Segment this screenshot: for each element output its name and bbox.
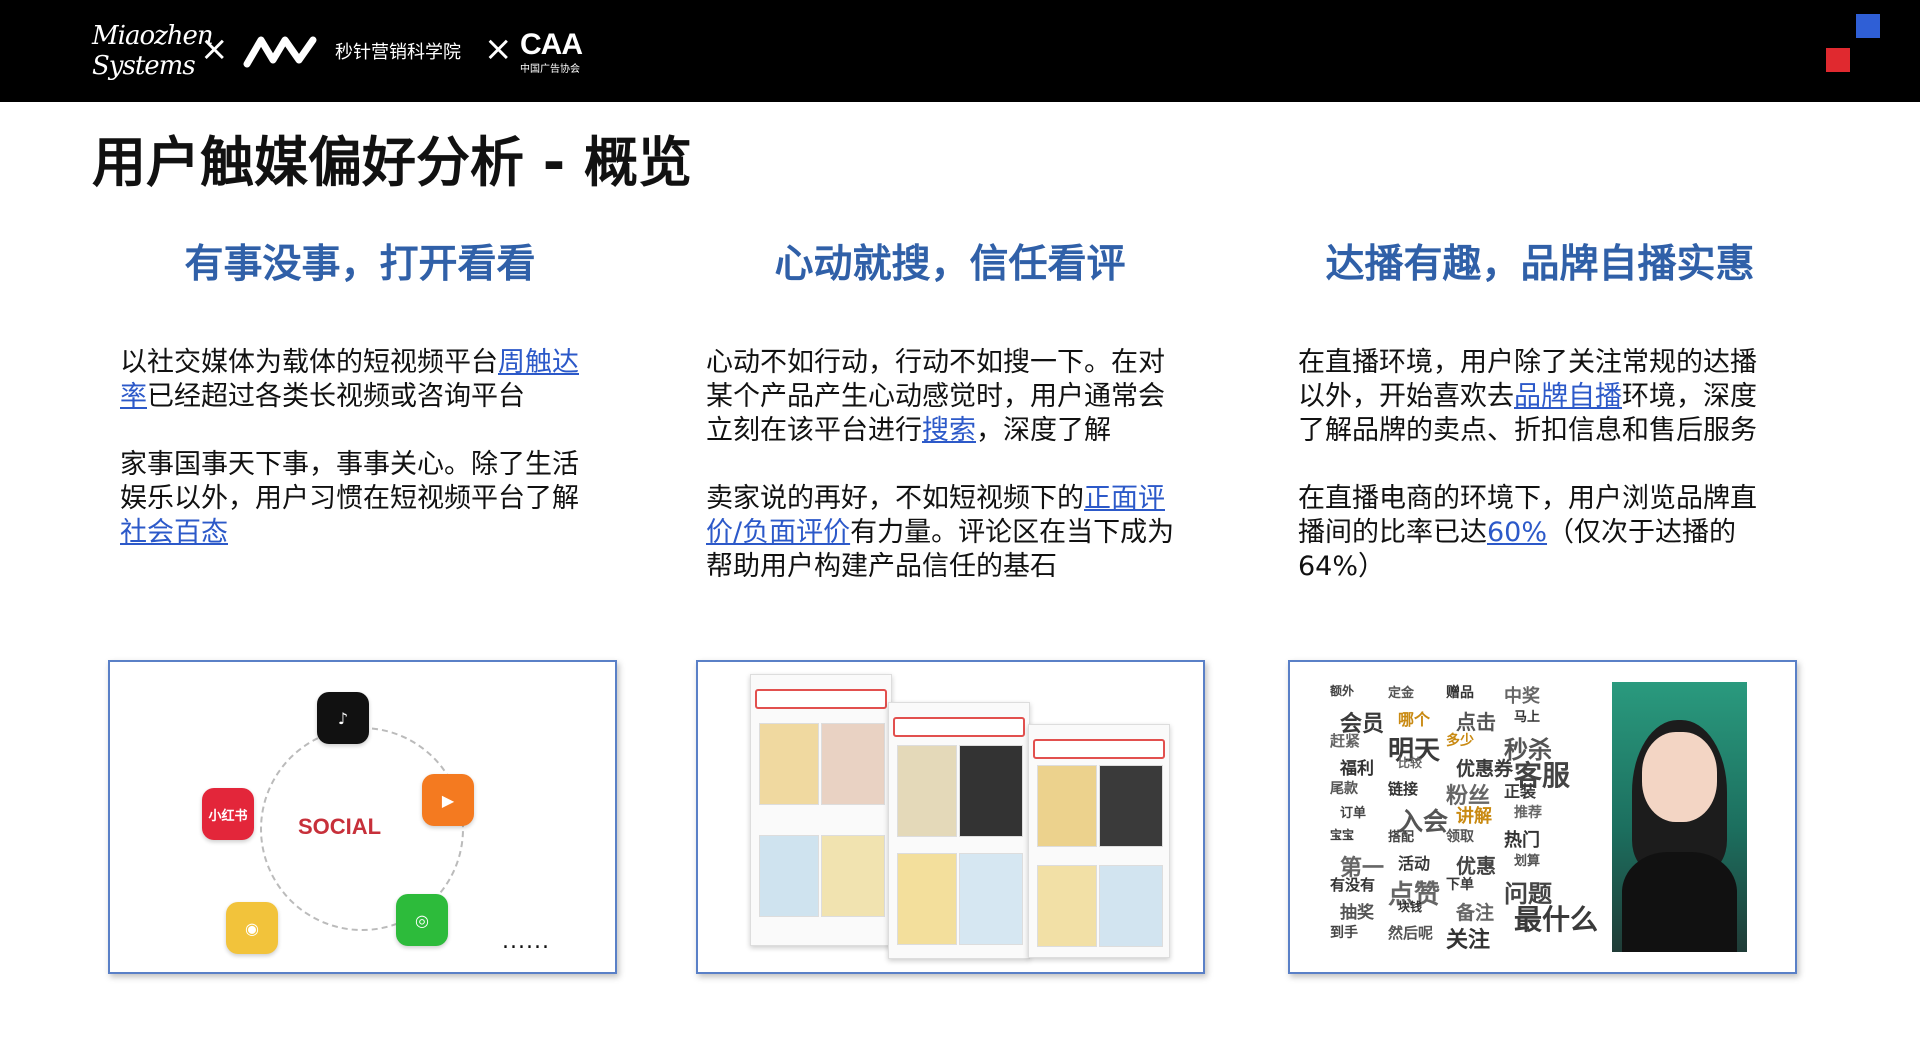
column-1-paragraph-1: 以社交媒体为载体的短视频平台周触达率已经超过各类长视频或咨询平台: [120, 346, 590, 414]
app-glyph: ◎: [415, 910, 429, 930]
word-cloud-term: 宝宝: [1330, 828, 1355, 842]
word-cloud-term: 下单: [1446, 877, 1474, 893]
word-cloud-term: 优惠券: [1456, 758, 1514, 780]
app-glyph: ♪: [337, 708, 349, 728]
text: 卖家说的再好，不如短视频下的: [706, 483, 1084, 514]
text: 以社交媒体为载体的短视频平台: [120, 347, 498, 378]
word-cloud-term: 然后呢: [1388, 924, 1434, 942]
column-heading-1: 有事没事，打开看看: [184, 242, 536, 287]
word-cloud-term: 赶紧: [1330, 732, 1361, 750]
column-3-paragraph-2: 在直播电商的环境下，用户浏览品牌直播间的比率已达60%（仅次于达播的64%）: [1298, 482, 1768, 584]
column-1-paragraph-2: 家事国事天下事，事事关心。除了生活娱乐以外，用户习惯在短视频平台了解社会百态: [120, 448, 590, 550]
social-apps-panel: ♪ ▶ ◎ ◉ 小红书 SOCIAL ......: [108, 660, 617, 974]
app-glyph: 小红书: [208, 808, 248, 824]
phone-screenshot-2: [888, 702, 1030, 959]
word-cloud-term: 福利: [1340, 759, 1374, 779]
host-face: [1642, 732, 1717, 822]
miaozhen-logo-line2: Systems: [92, 51, 196, 81]
school-m-logo-icon: [243, 36, 317, 68]
text: ，深度了解: [976, 415, 1111, 446]
kuaishou-icon: ▶: [422, 774, 474, 826]
column-2-paragraph-1: 心动不如行动，行动不如搜一下。在对某个产品产生心动感觉时，用户通常会立刻在该平台…: [706, 346, 1176, 448]
app-glyph: ◉: [245, 918, 259, 938]
search-bar: [893, 717, 1025, 737]
column-heading-2: 心动就搜，信任看评: [774, 242, 1126, 287]
more-ellipsis: ......: [502, 929, 550, 954]
review-screenshots-panel: [696, 660, 1205, 974]
miaozhen-logo-line1: Miaozhen: [92, 21, 214, 51]
xiaohongshu-icon: 小红书: [202, 788, 254, 840]
highlight-link[interactable]: 品牌自播: [1514, 381, 1622, 412]
caa-subtitle: 中国广告协会: [520, 64, 580, 75]
word-cloud-term: 抽奖: [1340, 903, 1374, 923]
phone-screenshot-1: [750, 674, 892, 946]
social-label: SOCIAL: [298, 814, 382, 839]
word-cloud-term: 关注: [1446, 928, 1491, 953]
word-cloud-term: 到手: [1330, 925, 1358, 941]
school-name: 秒针营销科学院: [335, 42, 461, 63]
highlight-link[interactable]: 60%: [1487, 517, 1547, 548]
column-3-paragraph-1: 在直播环境，用户除了关注常规的达播以外，开始喜欢去品牌自播环境，深度了解品牌的卖…: [1298, 346, 1768, 448]
word-cloud-term: 讲解: [1456, 806, 1492, 827]
caa-mark: CAA: [520, 28, 583, 61]
word-cloud-term: 领取: [1446, 829, 1474, 845]
livestream-panel: 额外 定金 赠品 中奖 会员 哪个 点击 马上 赶紧 明天 多少 秒杀 福利 比较 优惠券 客服 尾款 链接 粉丝正…: [1288, 660, 1797, 974]
word-cloud: 额外 定金 赠品 中奖 会员 哪个 点击 马上 赶紧 明天 多少 秒杀 福利 比较 优惠券 客服 尾款 链接 粉丝正…: [1330, 682, 1598, 953]
column-heading-3: 达播有趣，品牌自播实惠: [1325, 242, 1755, 287]
word-cloud-term: 订单: [1340, 806, 1367, 821]
word-cloud-term: 定金: [1388, 686, 1415, 701]
blue-square-decoration: [1856, 14, 1880, 38]
host-outfit: [1622, 852, 1737, 952]
highlight-link[interactable]: 社会百态: [120, 517, 228, 548]
header-bar: Miaozhen Systems × 秒针营销科学院 × CAA 中国广告协会: [0, 0, 1920, 102]
word-cloud-term: 哪个: [1398, 710, 1431, 729]
word-cloud-term: 正装: [1504, 782, 1537, 801]
word-cloud-term: 活动: [1398, 854, 1431, 873]
word-cloud-term: 最什么: [1514, 903, 1599, 936]
tiktok-icon: ♪: [317, 692, 369, 744]
phone-screenshot-3: [1028, 724, 1170, 958]
miaozhen-logo: Miaozhen Systems: [92, 21, 214, 81]
search-bar: [1033, 739, 1165, 759]
column-2-paragraph-2: 卖家说的再好，不如短视频下的正面评价/负面评价有力量。评论区在当下成为帮助用户构…: [706, 482, 1176, 584]
app-glyph: ▶: [441, 790, 455, 810]
word-cloud-term: 划算: [1514, 854, 1541, 869]
search-bar: [755, 689, 887, 709]
word-cloud-term: 多少: [1446, 733, 1474, 749]
word-cloud-term: 块钱: [1398, 900, 1423, 914]
word-cloud-term: 中奖: [1504, 686, 1540, 707]
word-cloud-term: 额外: [1330, 684, 1355, 698]
word-cloud-term: 比较: [1398, 756, 1423, 770]
word-cloud-term: 链接: [1388, 780, 1419, 798]
livestream-screenshot: [1612, 682, 1747, 952]
word-cloud-term: 备注: [1456, 902, 1495, 924]
times-separator: ×: [200, 29, 229, 69]
word-cloud-term: 搭配: [1388, 830, 1415, 845]
word-cloud-term: 赠品: [1446, 685, 1474, 701]
text: 已经超过各类长视频或咨询平台: [147, 381, 525, 412]
word-cloud-term: 马上: [1514, 710, 1541, 725]
word-cloud-term: 热门: [1504, 830, 1540, 851]
weibo-icon: ◉: [226, 902, 278, 954]
text: 家事国事天下事，事事关心。除了生活娱乐以外，用户习惯在短视频平台了解: [120, 449, 579, 514]
wechat-icon: ◎: [396, 894, 448, 946]
caa-logo: CAA 中国广告协会: [520, 28, 583, 76]
word-cloud-term: 推荐: [1514, 805, 1542, 821]
red-square-decoration: [1826, 48, 1850, 72]
times-separator: ×: [484, 29, 513, 69]
word-cloud-term: 有没有: [1330, 876, 1376, 894]
highlight-link[interactable]: 搜索: [922, 415, 976, 446]
page-title: 用户触媒偏好分析 - 概览: [92, 131, 693, 194]
word-cloud-term: 尾款: [1330, 781, 1358, 797]
